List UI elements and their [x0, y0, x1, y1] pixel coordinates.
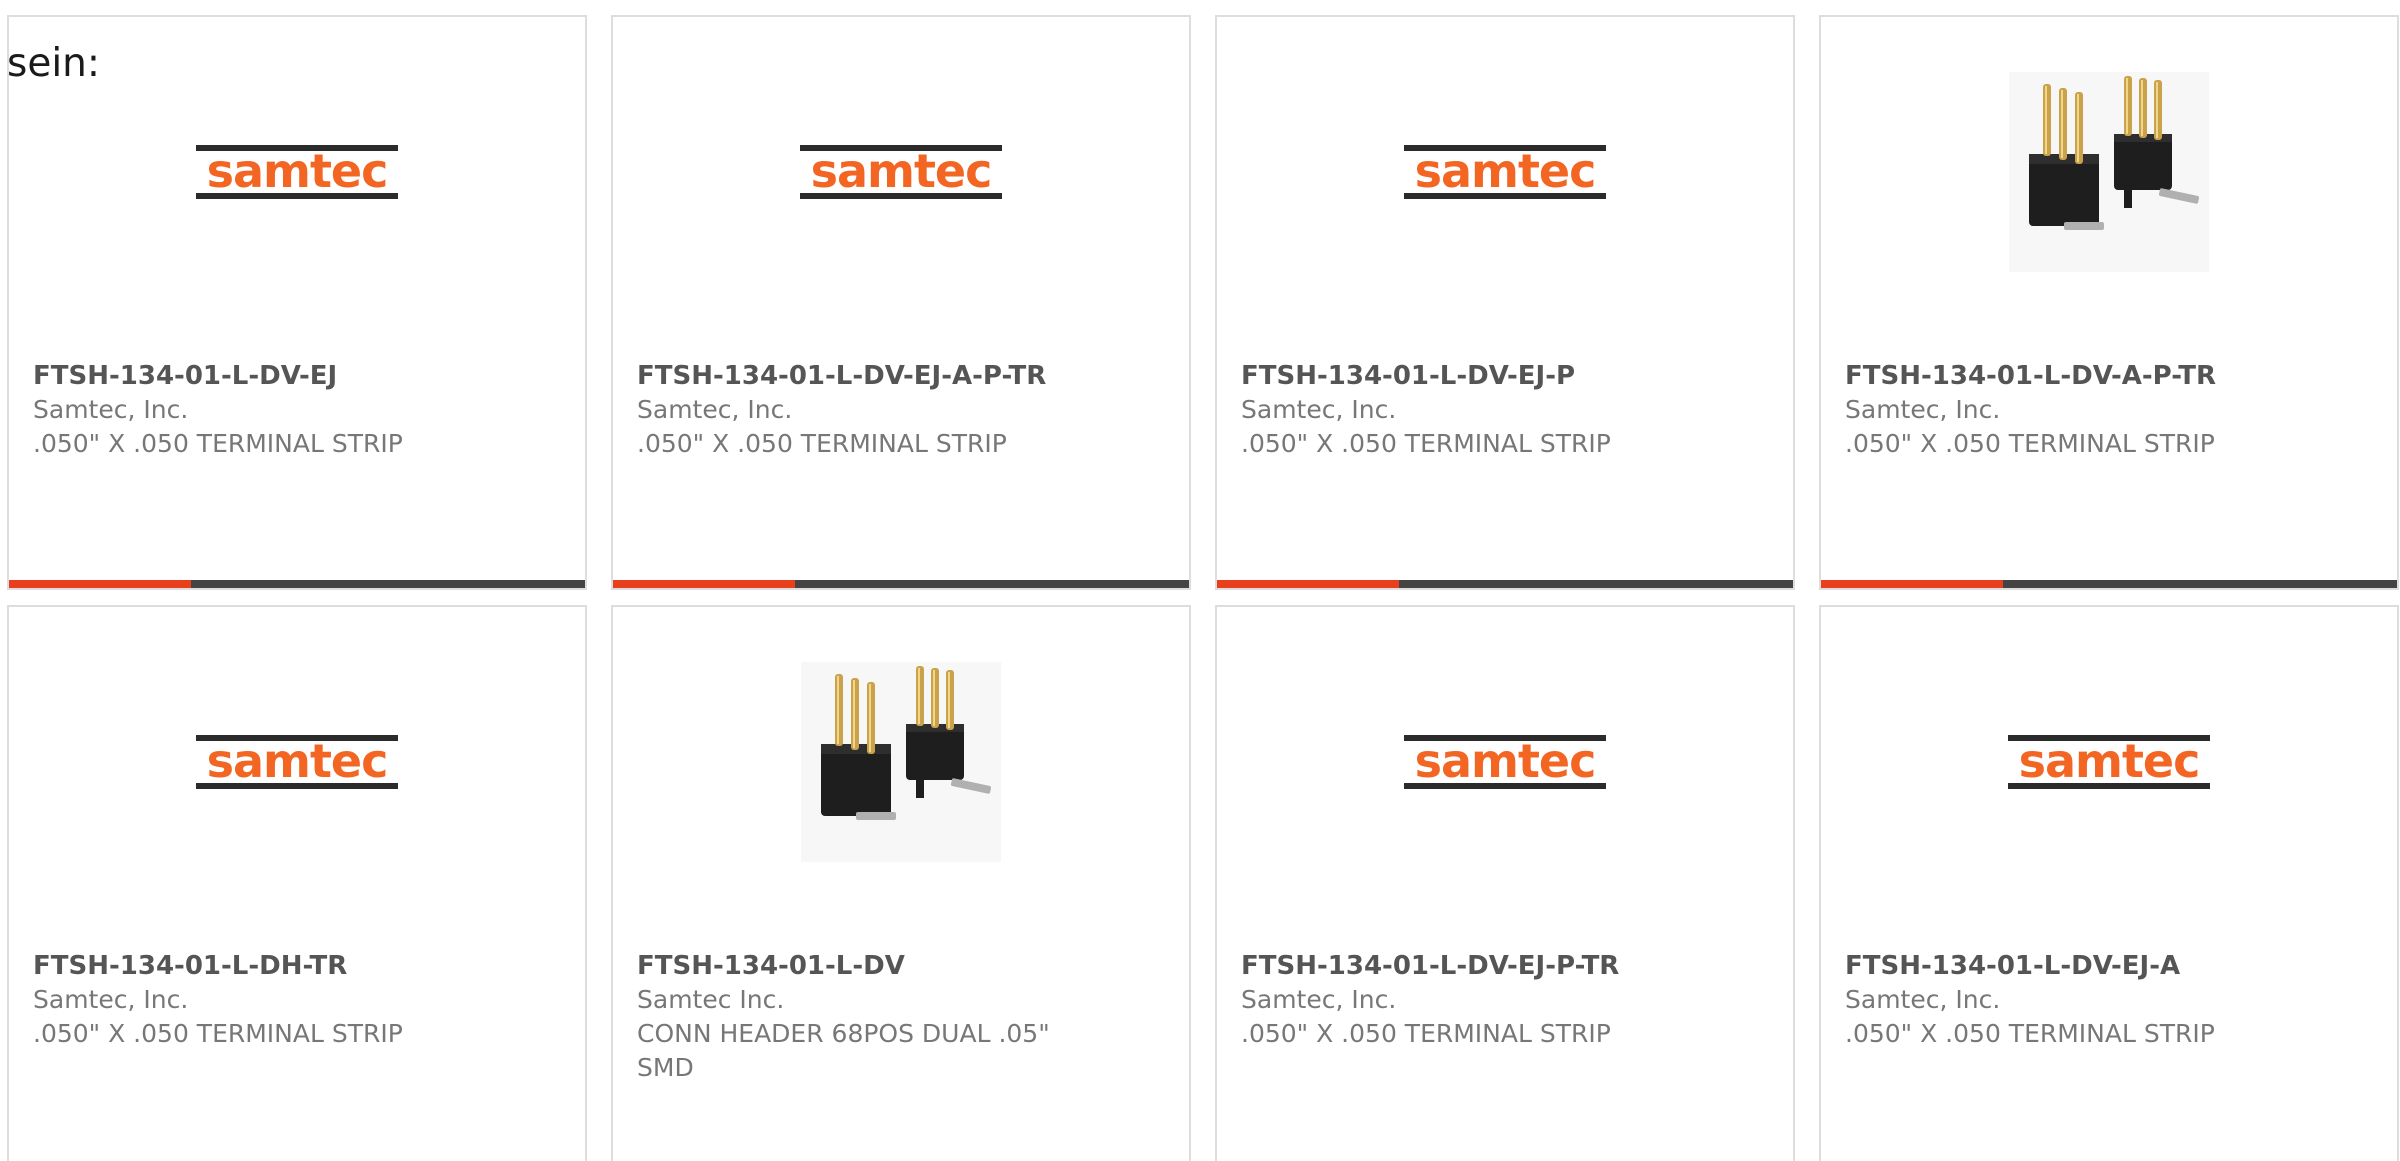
samtec-logo: samtec [196, 145, 398, 199]
manufacturer-name: Samtec, Inc. [1241, 395, 1397, 424]
product-description: .050" X .050 TERMINAL STRIP [1241, 1019, 1611, 1048]
product-image[interactable] [613, 662, 1189, 862]
product-card[interactable]: FTSH-134-01-L-DV-A-P-TR Samtec, Inc. .05… [1819, 15, 2399, 590]
product-image[interactable]: samtec [9, 662, 585, 862]
product-card[interactable]: samtec FTSH-134-01-L-DH-TR Samtec, Inc. … [7, 605, 587, 1161]
product-card[interactable]: samtec FTSH-134-01-L-DV-EJ-A Samtec, Inc… [1819, 605, 2399, 1161]
manufacturer-name: Samtec, Inc. [1241, 985, 1397, 1014]
card-accent-bar [613, 580, 795, 588]
card-accent-bar [1821, 580, 2003, 588]
manufacturer-name: Samtec, Inc. [1845, 395, 2001, 424]
product-image[interactable] [1821, 72, 2397, 272]
product-description: CONN HEADER 68POS DUAL .05" SMD [637, 1019, 1050, 1082]
card-accent-bar [9, 580, 191, 588]
part-number-link[interactable]: FTSH-134-01-L-DV-EJ-P-TR [1241, 949, 1769, 983]
header-connector-photo [801, 662, 1001, 862]
svg-text:samtec: samtec [207, 145, 388, 198]
card-accent-bar [1217, 580, 1399, 588]
product-description: .050" X .050 TERMINAL STRIP [33, 1019, 403, 1048]
product-image[interactable]: samtec [613, 72, 1189, 272]
manufacturer-name: Samtec, Inc. [33, 395, 189, 424]
manufacturer-name: Samtec, Inc. [637, 395, 793, 424]
card-footer-bar [613, 580, 1189, 588]
product-image[interactable]: samtec [9, 72, 585, 272]
product-card[interactable]: samtec FTSH-134-01-L-DV-EJ Samtec, Inc. … [7, 15, 587, 590]
manufacturer-name: Samtec, Inc. [1845, 985, 2001, 1014]
samtec-logo: samtec [196, 735, 398, 789]
samtec-logo: samtec [2008, 735, 2210, 789]
product-image[interactable]: samtec [1821, 662, 2397, 862]
product-description: .050" X .050 TERMINAL STRIP [1845, 1019, 2215, 1048]
part-number-link[interactable]: FTSH-134-01-L-DV-EJ-A [1845, 949, 2373, 983]
product-description: .050" X .050 TERMINAL STRIP [1845, 429, 2215, 458]
product-card[interactable]: samtec FTSH-134-01-L-DV-EJ-P-TR Samtec, … [1215, 605, 1795, 1161]
part-number-link[interactable]: FTSH-134-01-L-DV-EJ-P [1241, 359, 1769, 393]
product-grid-page: sein: samtec FTSH-134-01-L-DV-EJ Samtec,… [0, 0, 2400, 1161]
svg-text:samtec: samtec [1415, 145, 1596, 198]
product-card[interactable]: samtec FTSH-134-01-L-DV-EJ-P Samtec, Inc… [1215, 15, 1795, 590]
product-info: FTSH-134-01-L-DV-EJ Samtec, Inc. .050" X… [33, 359, 561, 461]
svg-text:samtec: samtec [811, 145, 992, 198]
samtec-logo: samtec [800, 145, 1002, 199]
product-description: .050" X .050 TERMINAL STRIP [1241, 429, 1611, 458]
samtec-logo: samtec [1404, 735, 1606, 789]
product-card[interactable]: FTSH-134-01-L-DV Samtec Inc. CONN HEADER… [611, 605, 1191, 1161]
product-info: FTSH-134-01-L-DV-A-P-TR Samtec, Inc. .05… [1845, 359, 2373, 461]
part-number-link[interactable]: FTSH-134-01-L-DV-EJ-A-P-TR [637, 359, 1165, 393]
svg-text:samtec: samtec [2019, 735, 2200, 788]
product-info: FTSH-134-01-L-DV-EJ-P Samtec, Inc. .050"… [1241, 359, 1769, 461]
intro-text: sein: [7, 41, 101, 86]
card-footer-bar [9, 580, 585, 588]
product-info: FTSH-134-01-L-DV Samtec Inc. CONN HEADER… [637, 949, 1165, 1085]
part-number-link[interactable]: FTSH-134-01-L-DV-EJ [33, 359, 561, 393]
header-connector-photo [2009, 72, 2209, 272]
part-number-link[interactable]: FTSH-134-01-L-DV-A-P-TR [1845, 359, 2373, 393]
svg-text:samtec: samtec [207, 735, 388, 788]
part-number-link[interactable]: FTSH-134-01-L-DV [637, 949, 1165, 983]
svg-text:samtec: samtec [1415, 735, 1596, 788]
product-description: .050" X .050 TERMINAL STRIP [637, 429, 1007, 458]
product-info: FTSH-134-01-L-DV-EJ-A-P-TR Samtec, Inc. … [637, 359, 1165, 461]
product-description: .050" X .050 TERMINAL STRIP [33, 429, 403, 458]
product-image[interactable]: samtec [1217, 662, 1793, 862]
product-info: FTSH-134-01-L-DV-EJ-P-TR Samtec, Inc. .0… [1241, 949, 1769, 1051]
product-image[interactable]: samtec [1217, 72, 1793, 272]
manufacturer-name: Samtec, Inc. [33, 985, 189, 1014]
part-number-link[interactable]: FTSH-134-01-L-DH-TR [33, 949, 561, 983]
samtec-logo: samtec [1404, 145, 1606, 199]
product-info: FTSH-134-01-L-DV-EJ-A Samtec, Inc. .050"… [1845, 949, 2373, 1051]
product-card[interactable]: samtec FTSH-134-01-L-DV-EJ-A-P-TR Samtec… [611, 15, 1191, 590]
product-info: FTSH-134-01-L-DH-TR Samtec, Inc. .050" X… [33, 949, 561, 1051]
manufacturer-name: Samtec Inc. [637, 985, 785, 1014]
card-footer-bar [1217, 580, 1793, 588]
card-footer-bar [1821, 580, 2397, 588]
